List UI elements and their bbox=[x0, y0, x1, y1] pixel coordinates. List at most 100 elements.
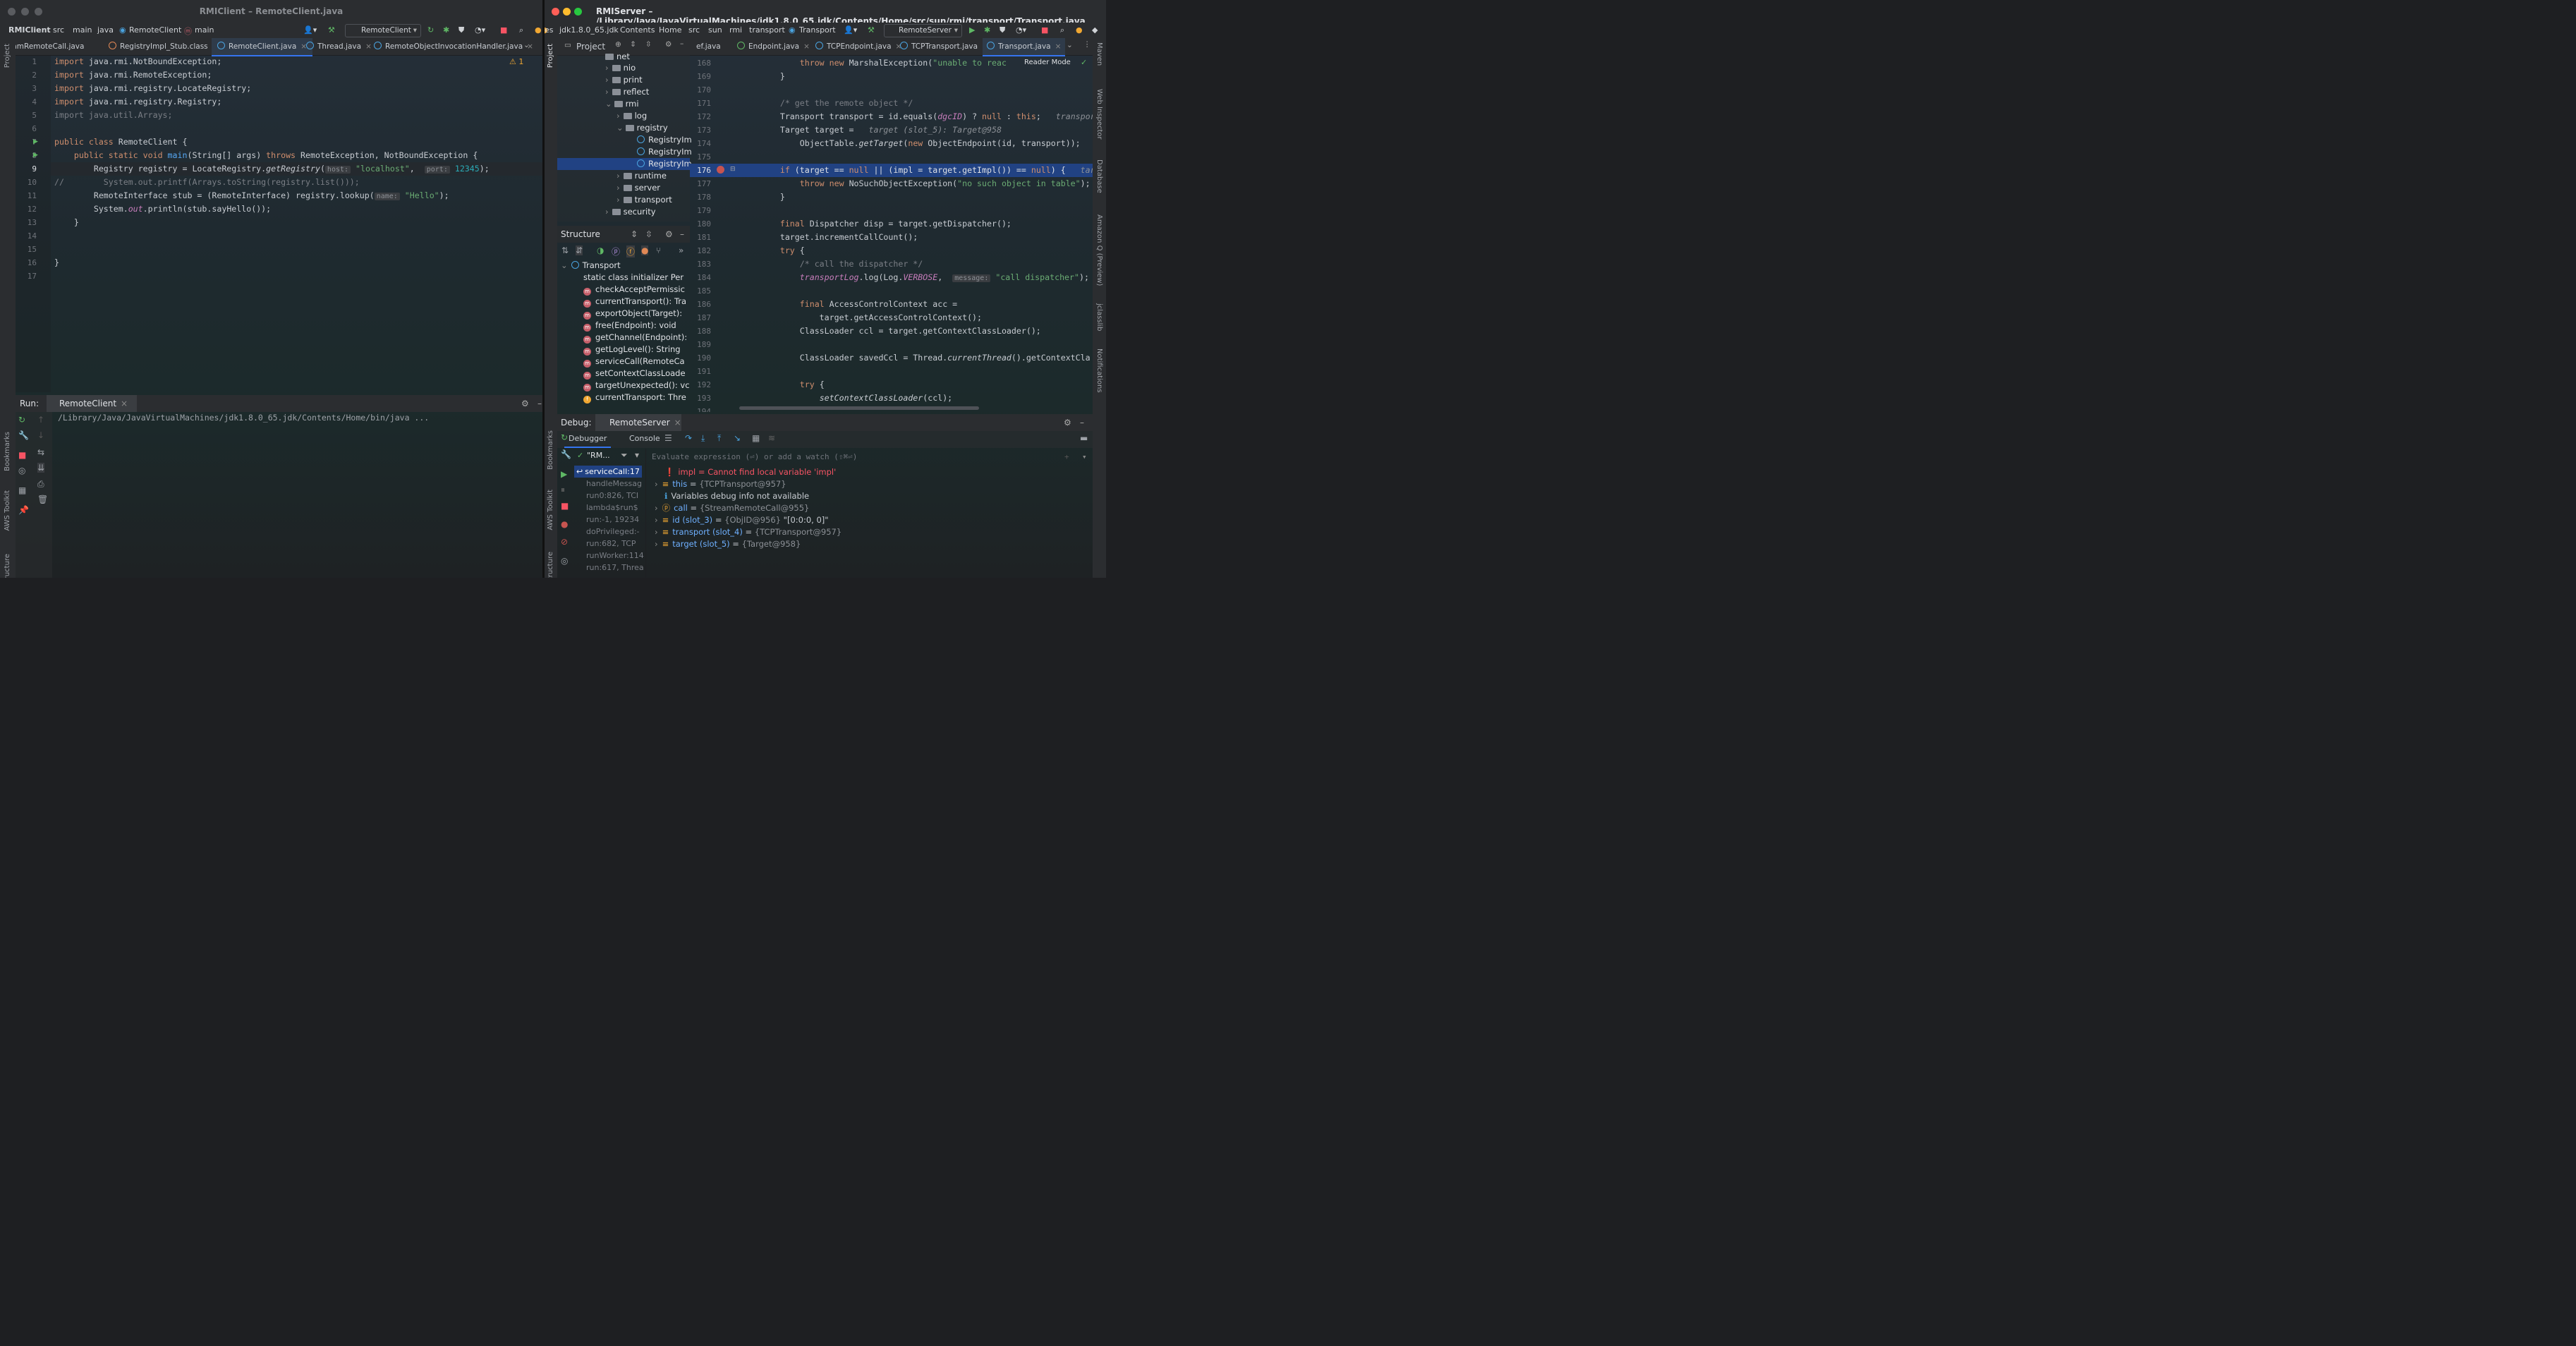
search-icon[interactable]: ⌕ bbox=[1060, 25, 1064, 35]
breadcrumb[interactable]: rmi bbox=[729, 25, 742, 35]
tree-item-registry[interactable]: ⌄ registry bbox=[616, 122, 668, 134]
frame-item[interactable]: doPrivileged:- bbox=[574, 526, 654, 538]
show-lambdas-icon[interactable]: ⑂ bbox=[656, 245, 661, 255]
minimize-window-button[interactable] bbox=[563, 8, 571, 16]
frame-item[interactable]: run:682, TCP bbox=[574, 538, 654, 550]
database-tool-tab[interactable]: Database bbox=[1095, 159, 1103, 193]
breadcrumb[interactable]: sun bbox=[708, 25, 722, 35]
close-icon[interactable]: × bbox=[1055, 42, 1062, 51]
show-fields-icon[interactable]: ⓕ bbox=[626, 245, 636, 257]
layout-icon[interactable]: ▬ bbox=[1080, 433, 1088, 443]
frame-item[interactable]: runWorker:114 bbox=[574, 550, 654, 562]
minimize-icon[interactable]: – bbox=[537, 395, 542, 412]
update-icon[interactable]: ● bbox=[1076, 25, 1083, 35]
minimize-icon[interactable]: – bbox=[680, 226, 684, 243]
jclasslib-tool-tab[interactable]: jclasslib bbox=[1095, 303, 1103, 332]
run-tab[interactable]: RemoteClient × bbox=[47, 395, 137, 412]
tab-ef[interactable]: ef.java bbox=[696, 38, 721, 55]
tree-item-registryimpl-selected[interactable]: RegistryIm bbox=[557, 158, 692, 170]
up-arrow-icon[interactable]: ↑ bbox=[37, 415, 44, 425]
tree-item-server[interactable]: › server bbox=[616, 182, 660, 194]
run-gutter-icon[interactable]: ▶ bbox=[33, 138, 38, 145]
minimize-icon[interactable]: – bbox=[1080, 414, 1084, 431]
tabs-overflow-chevron-icon[interactable]: ⌄ bbox=[1067, 41, 1073, 49]
frame-item[interactable]: handleMessag bbox=[574, 478, 654, 490]
breakpoint-icon[interactable] bbox=[717, 166, 724, 174]
evaluate-expression-input[interactable]: Evaluate expression (⏎) or add a watch (… bbox=[652, 450, 1089, 464]
ai-assistant-icon[interactable]: ◆ bbox=[1092, 25, 1098, 35]
debug-bug-icon[interactable]: ✱ bbox=[443, 25, 449, 35]
camera-icon[interactable]: ◎ bbox=[18, 466, 25, 475]
tree-item-registryimpl[interactable]: RegistryIm bbox=[637, 134, 692, 146]
layout-icon[interactable]: ▦ bbox=[18, 485, 26, 495]
down-arrow-icon[interactable]: ↓ bbox=[37, 430, 44, 440]
stop-icon[interactable]: ■ bbox=[500, 25, 507, 35]
breadcrumb-class[interactable]: Transport bbox=[799, 25, 836, 35]
chevron-down-icon[interactable]: ▾ bbox=[635, 450, 639, 460]
code-editor[interactable]: Reader Mode ✓ ⊟ 168 169 170 171 172 173 174 175… bbox=[690, 55, 1093, 412]
variable-row-error[interactable]: ❗ impl = Cannot find local variable 'impl… bbox=[664, 466, 836, 478]
rerun-icon[interactable]: ↻ bbox=[427, 25, 434, 35]
tab-transport[interactable]: Transport.java × bbox=[983, 38, 1066, 56]
structure-item[interactable]: m setContextClassLoade bbox=[583, 368, 686, 380]
user-icon[interactable]: 👤▾ bbox=[303, 25, 317, 35]
structure-item[interactable]: m serviceCall(RemoteCa bbox=[583, 356, 685, 368]
pin-icon[interactable]: 📌 bbox=[18, 505, 29, 515]
minimize-icon[interactable]: – bbox=[680, 40, 684, 48]
build-hammer-icon[interactable]: ⚒ bbox=[868, 25, 875, 35]
stop-icon[interactable]: ■ bbox=[18, 450, 26, 460]
coverage-icon[interactable]: ⛊ bbox=[458, 25, 464, 35]
close-window-button[interactable] bbox=[552, 8, 559, 16]
structure-item[interactable]: m targetUnexpected(): vc bbox=[583, 380, 690, 392]
project-panel-title[interactable]: Project bbox=[576, 38, 605, 55]
variable-row[interactable]: › ⓟ call = {StreamRemoteCall@955} bbox=[655, 502, 809, 514]
user-icon[interactable]: 👤▾ bbox=[844, 25, 857, 35]
close-icon[interactable]: × bbox=[803, 42, 810, 51]
filter-icon[interactable]: ⏷ bbox=[621, 450, 628, 461]
debug-session-tab[interactable]: RemoteServer × bbox=[595, 414, 681, 431]
run-config-selector[interactable]: RemoteServer ▾ bbox=[884, 24, 962, 37]
tree-item-net[interactable]: net bbox=[605, 51, 630, 63]
gear-icon[interactable]: ⚙ bbox=[665, 226, 673, 243]
breadcrumb-src[interactable]: src bbox=[53, 25, 64, 35]
structure-item[interactable]: static class initializer Per bbox=[583, 272, 684, 284]
breadcrumb-main[interactable]: main bbox=[73, 25, 92, 35]
more-icon[interactable]: » bbox=[679, 245, 684, 255]
breadcrumb[interactable]: es bbox=[545, 25, 554, 35]
tabs-overflow-chevron-icon[interactable]: ⌄ bbox=[523, 41, 530, 49]
tab-tcpendpoint[interactable]: TCPEndpoint.java × bbox=[815, 38, 901, 55]
debugger-tab[interactable]: Debugger bbox=[564, 431, 612, 448]
breadcrumb[interactable]: Home bbox=[659, 25, 681, 35]
breadcrumb[interactable]: src bbox=[688, 25, 700, 35]
show-non-public-icon[interactable]: ● bbox=[641, 245, 649, 255]
thread-selector[interactable]: "RM... bbox=[587, 451, 610, 460]
trash-icon[interactable]: 🗑 bbox=[37, 495, 48, 504]
rerun-icon[interactable]: ↻ bbox=[561, 432, 568, 442]
sort-alpha-icon[interactable]: ⇅ bbox=[561, 245, 569, 255]
run-icon[interactable]: ▶ bbox=[969, 25, 975, 35]
view-breakpoints-icon[interactable]: ● bbox=[561, 519, 568, 529]
soft-wrap-icon[interactable]: ⇆ bbox=[37, 447, 44, 457]
tab-tcptransport[interactable]: TCPTransport.java× bbox=[900, 38, 988, 55]
tree-item-print[interactable]: › print bbox=[605, 74, 643, 86]
add-watch-icon[interactable]: + bbox=[1064, 450, 1069, 464]
rerun-icon[interactable]: ↻ bbox=[18, 415, 25, 425]
frame-item[interactable]: run0:826, TCI bbox=[574, 490, 654, 502]
structure-root[interactable]: ⌄ Transport bbox=[561, 260, 621, 272]
more-vertical-icon[interactable]: ⋮ bbox=[1083, 40, 1091, 49]
step-over-icon[interactable]: ↷ bbox=[685, 433, 692, 443]
structure-tool-tab[interactable]: Structure bbox=[547, 552, 554, 578]
structure-item[interactable]: m currentTransport(): Tra bbox=[583, 296, 686, 308]
breadcrumb-project[interactable]: RMIClient bbox=[8, 25, 51, 35]
project-tool-tab[interactable]: Project bbox=[4, 44, 11, 68]
variable-row[interactable]: › ≡ this = {TCPTransport@957} bbox=[655, 478, 786, 490]
bookmarks-tool-tab[interactable]: Bookmarks bbox=[4, 432, 11, 471]
tree-item-nio[interactable]: › nio bbox=[605, 62, 636, 74]
chevron-down-icon[interactable]: ▾ bbox=[1082, 450, 1087, 464]
gear-icon[interactable]: ⚙ bbox=[1064, 414, 1071, 431]
evaluate-icon[interactable]: ▦ bbox=[752, 433, 760, 443]
crosshair-icon[interactable]: ⊕ bbox=[615, 40, 621, 49]
gear-icon[interactable]: ⚙ bbox=[521, 395, 529, 412]
variable-row[interactable]: › ≡ id (slot_3) = {ObjID@956} "[0:0:0, 0]" bbox=[655, 514, 829, 526]
breadcrumb[interactable]: Contents bbox=[620, 25, 655, 35]
